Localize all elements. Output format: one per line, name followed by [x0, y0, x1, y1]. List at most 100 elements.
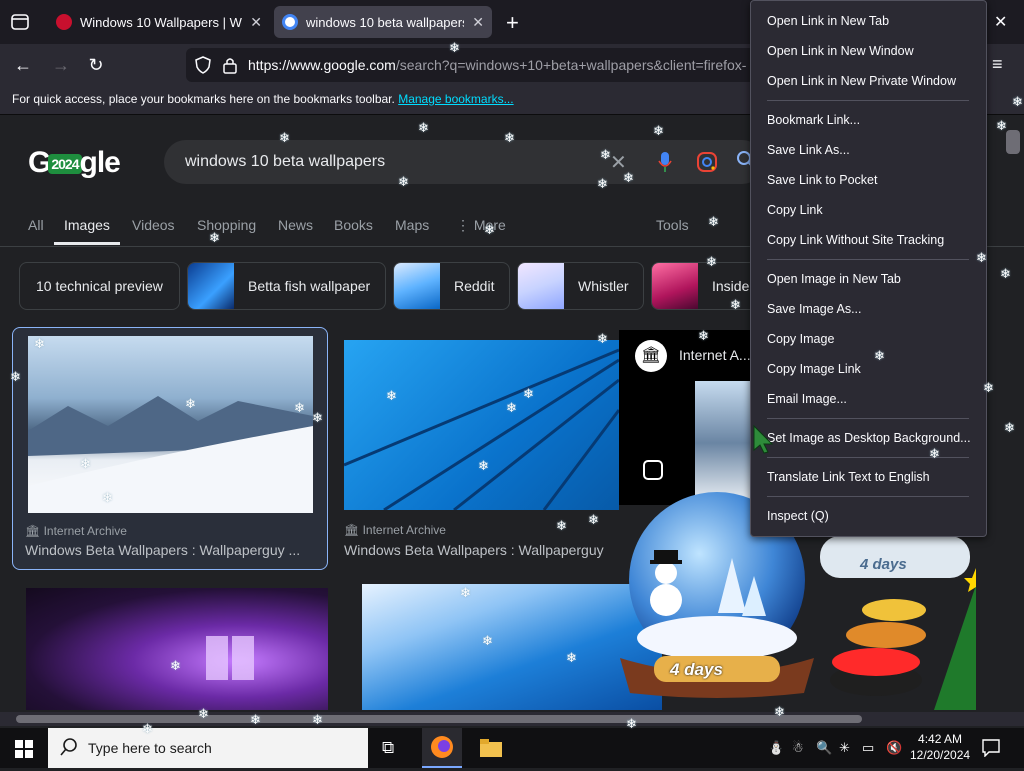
microphone-icon[interactable]	[658, 151, 672, 178]
horizontal-scrollbar[interactable]	[0, 712, 1024, 726]
tray-snowman-icon[interactable]: ☃	[792, 740, 804, 756]
context-menu: Open Link in New Tab Open Link in New Wi…	[750, 0, 987, 537]
tray-snowflake-icon[interactable]: ✳	[839, 740, 850, 756]
chip-betta-fish[interactable]: Betta fish wallpaper	[187, 262, 386, 310]
visual-search-icon[interactable]	[643, 460, 663, 480]
snowflake-icon: ❄	[708, 214, 719, 229]
close-window-icon[interactable]: ✕	[994, 12, 1007, 32]
windows-start-icon[interactable]	[15, 740, 33, 763]
menu-copy-image-link[interactable]: Copy Image Link	[767, 362, 861, 376]
tray-app-icon[interactable]: ⛄	[768, 740, 784, 756]
menu-separator	[767, 418, 969, 419]
countdown-label: 4 days	[860, 556, 907, 573]
snowflake-icon: ❄	[294, 400, 305, 415]
image-result-3[interactable]	[26, 588, 328, 710]
file-explorer-icon[interactable]	[480, 739, 502, 762]
shield-icon[interactable]	[194, 56, 212, 79]
archive-icon: 🏛	[25, 524, 41, 538]
network-icon[interactable]: ▭	[862, 740, 874, 756]
snowflake-icon: ❄	[1000, 266, 1011, 281]
chip-whistler[interactable]: Whistler	[517, 262, 644, 310]
tools-button[interactable]: Tools	[656, 217, 689, 233]
search-input[interactable]: windows 10 beta wallpapers	[185, 153, 385, 171]
volume-muted-icon[interactable]: 🔇	[886, 740, 902, 756]
search-box[interactable]: windows 10 beta wallpapers ✕	[164, 140, 764, 184]
snowflake-icon: ❄	[929, 446, 940, 461]
image-result-2[interactable]	[344, 340, 619, 510]
search-tab-news[interactable]: News	[278, 217, 313, 233]
bookmarks-hint: For quick access, place your bookmarks h…	[12, 92, 395, 106]
menu-inspect[interactable]: Inspect (Q)	[767, 509, 829, 523]
lens-icon[interactable]	[696, 151, 718, 178]
taskbar-search-input[interactable]: Type here to search	[88, 740, 212, 756]
result-caption[interactable]: Windows Beta Wallpapers : Wallpaperguy	[344, 542, 614, 558]
chip-technical-preview[interactable]: 10 technical preview	[19, 262, 180, 310]
snowflake-icon: ❄	[556, 518, 567, 533]
search-tab-all[interactable]: All	[28, 217, 44, 233]
snowflake-icon: ❄	[653, 123, 664, 138]
search-tab-shopping[interactable]: Shopping	[197, 217, 256, 233]
snowflake-icon: ❄	[1004, 420, 1015, 435]
search-tab-videos[interactable]: Videos	[132, 217, 175, 233]
menu-copy-link-without-tracking[interactable]: Copy Link Without Site Tracking	[767, 233, 944, 247]
search-tab-maps[interactable]: Maps	[395, 217, 429, 233]
tab-windows-10-wallpapers[interactable]: Windows 10 Wallpapers | Wallp ✕	[48, 6, 270, 38]
manage-bookmarks-link[interactable]: Manage bookmarks...	[398, 92, 513, 106]
menu-bookmark-link[interactable]: Bookmark Link...	[767, 113, 860, 127]
result-caption[interactable]: Windows Beta Wallpapers : Wallpaperguy .…	[25, 542, 319, 558]
menu-copy-link[interactable]: Copy Link	[767, 203, 823, 217]
clock-date: 12/20/2024	[910, 748, 971, 762]
menu-open-link-private-window[interactable]: Open Link in New Private Window	[767, 74, 956, 88]
tab-title: Windows 10 Wallpapers | Wallp	[80, 14, 242, 30]
menu-save-image-as[interactable]: Save Image As...	[767, 302, 862, 316]
menu-email-image[interactable]: Email Image...	[767, 392, 847, 406]
firefox-taskbar-icon[interactable]	[422, 728, 462, 768]
new-tab-icon[interactable]: +	[506, 10, 519, 36]
preview-source[interactable]: Internet A...	[679, 347, 751, 363]
address-bar[interactable]: https://www.google.com/search?q=windows+…	[186, 48, 756, 82]
hamburger-menu-icon[interactable]: ≡	[992, 54, 1003, 75]
chip-thumbnail	[188, 263, 234, 309]
clock[interactable]: 4:42 AM 12/20/2024	[910, 731, 970, 763]
url-text[interactable]: https://www.google.com/search?q=windows+…	[248, 57, 746, 73]
search-tab-images[interactable]: Images	[64, 217, 110, 233]
taskbar-search-box[interactable]: Type here to search	[48, 728, 368, 768]
google-doodle-logo[interactable]: G2024gle	[28, 146, 121, 180]
reload-icon[interactable]: ↻	[83, 52, 109, 78]
snowflake-icon: ❄	[983, 380, 994, 395]
archive-logo-icon: 🏛	[635, 340, 667, 372]
menu-open-link-new-tab[interactable]: Open Link in New Tab	[767, 14, 889, 28]
menu-open-image-new-tab[interactable]: Open Image in New Tab	[767, 272, 901, 286]
menu-save-link-to-pocket[interactable]: Save Link to Pocket	[767, 173, 877, 187]
vertical-scrollbar-thumb[interactable]	[1006, 130, 1020, 154]
close-tab-icon[interactable]: ✕	[472, 14, 484, 31]
tray-search-app-icon[interactable]: 🔍	[816, 740, 832, 756]
snowflake-icon: ❄	[597, 331, 608, 346]
back-arrow-icon[interactable]: ←	[10, 52, 36, 78]
tab-google-search[interactable]: windows 10 beta wallpapers - G ✕	[274, 6, 492, 38]
snowy-mountains-image[interactable]	[28, 336, 313, 513]
notification-icon[interactable]	[982, 739, 1000, 762]
snowflake-icon: ❄	[626, 716, 637, 731]
menu-open-link-new-window[interactable]: Open Link in New Window	[767, 44, 914, 58]
firefox-view-icon[interactable]	[10, 12, 30, 32]
chip-insider[interactable]: Insider	[651, 262, 761, 310]
image-result-1[interactable]: 🏛 Internet Archive Windows Beta Wallpape…	[12, 327, 328, 570]
google-favicon-icon	[282, 14, 298, 30]
task-view-icon[interactable]: ⧉	[382, 738, 394, 758]
chip-reddit[interactable]: Reddit	[393, 262, 510, 310]
forward-arrow-icon[interactable]: →	[48, 52, 74, 78]
christmas-tree-widget[interactable]: 4 days	[816, 530, 1016, 710]
snowflake-icon: ❄	[484, 222, 495, 237]
snowflake-icon: ❄	[312, 712, 323, 727]
menu-save-link-as[interactable]: Save Link As...	[767, 143, 850, 157]
search-tab-books[interactable]: Books	[334, 217, 373, 233]
lock-icon[interactable]	[222, 56, 238, 79]
menu-copy-image[interactable]: Copy Image	[767, 332, 834, 346]
clock-time: 4:42 AM	[918, 732, 963, 746]
menu-translate-link-text[interactable]: Translate Link Text to English	[767, 470, 930, 484]
close-tab-icon[interactable]: ✕	[250, 14, 262, 31]
search-tab-more[interactable]: ⋮ More	[456, 217, 506, 234]
chip-thumbnail	[394, 263, 440, 309]
menu-set-desktop-background[interactable]: Set Image as Desktop Background...	[767, 431, 971, 445]
